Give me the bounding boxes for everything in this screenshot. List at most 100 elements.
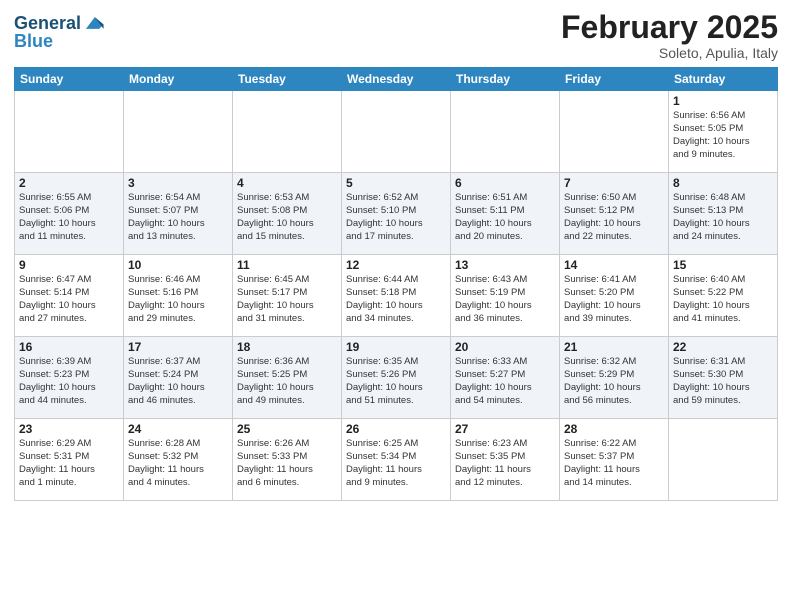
day-info: Sunrise: 6:55 AM Sunset: 5:06 PM Dayligh… [19,192,119,243]
day-number: 3 [128,176,228,190]
table-row: 26 Sunrise: 6:25 AM Sunset: 5:34 PM Dayli… [342,419,451,501]
calendar-week-row: 9Sunrise: 6:47 AM Sunset: 5:14 PM Daylig… [15,255,778,337]
table-row: 27Sunrise: 6:23 AM Sunset: 5:35 PM Dayli… [451,419,560,501]
header-thursday: Thursday [451,68,560,91]
day-info: Sunrise: 6:39 AM Sunset: 5:23 PM Dayligh… [19,356,119,407]
table-row [124,91,233,173]
table-row: 28 Sunrise: 6:22 AM Sunset: 5:37 PM Dayli… [560,419,669,501]
table-row: 2 Sunrise: 6:55 AM Sunset: 5:06 PM Daylig… [15,173,124,255]
calendar: Sunday Monday Tuesday Wednesday Thursday… [14,67,778,501]
day-number: 23 [19,422,119,436]
day-number: 16 [19,340,119,354]
calendar-week-row: 2 Sunrise: 6:55 AM Sunset: 5:06 PM Daylig… [15,173,778,255]
logo-text-blue: Blue [14,32,53,52]
header-friday: Friday [560,68,669,91]
day-info: Sunrise: 6:33 AM Sunset: 5:27 PM Dayligh… [455,356,555,407]
table-row: 20Sunrise: 6:33 AM Sunset: 5:27 PM Dayli… [451,337,560,419]
day-number: 13 [455,258,555,272]
table-row: 14Sunrise: 6:41 AM Sunset: 5:20 PM Dayli… [560,255,669,337]
day-number: 2 [19,176,119,190]
day-info: Sunrise: 6:40 AM Sunset: 5:22 PM Dayligh… [673,274,773,325]
day-number: 5 [346,176,446,190]
day-info: Sunrise: 6:32 AM Sunset: 5:29 PM Dayligh… [564,356,664,407]
day-number: 6 [455,176,555,190]
table-row: 4 Sunrise: 6:53 AM Sunset: 5:08 PM Daylig… [233,173,342,255]
header: General Blue February 2025 Soleto, Apuli… [14,10,778,61]
table-row: 22 Sunrise: 6:31 AM Sunset: 5:30 PM Dayli… [669,337,778,419]
day-info: Sunrise: 6:22 AM Sunset: 5:37 PM Dayligh… [564,438,664,489]
day-number: 17 [128,340,228,354]
day-info: Sunrise: 6:43 AM Sunset: 5:19 PM Dayligh… [455,274,555,325]
calendar-week-row: 1Sunrise: 6:56 AM Sunset: 5:05 PM Daylig… [15,91,778,173]
table-row: 5 Sunrise: 6:52 AM Sunset: 5:10 PM Daylig… [342,173,451,255]
day-info: Sunrise: 6:25 AM Sunset: 5:34 PM Dayligh… [346,438,446,489]
day-number: 25 [237,422,337,436]
day-info: Sunrise: 6:46 AM Sunset: 5:16 PM Dayligh… [128,274,228,325]
table-row: 7Sunrise: 6:50 AM Sunset: 5:12 PM Daylig… [560,173,669,255]
day-number: 10 [128,258,228,272]
day-info: Sunrise: 6:29 AM Sunset: 5:31 PM Dayligh… [19,438,119,489]
header-tuesday: Tuesday [233,68,342,91]
table-row: 17 Sunrise: 6:37 AM Sunset: 5:24 PM Dayli… [124,337,233,419]
table-row: 12 Sunrise: 6:44 AM Sunset: 5:18 PM Dayli… [342,255,451,337]
table-row: 15 Sunrise: 6:40 AM Sunset: 5:22 PM Dayli… [669,255,778,337]
header-monday: Monday [124,68,233,91]
day-number: 26 [346,422,446,436]
subtitle: Soleto, Apulia, Italy [561,45,778,61]
day-number: 7 [564,176,664,190]
table-row: 19Sunrise: 6:35 AM Sunset: 5:26 PM Dayli… [342,337,451,419]
day-number: 8 [673,176,773,190]
logo: General Blue [14,14,105,52]
day-number: 19 [346,340,446,354]
calendar-week-row: 16 Sunrise: 6:39 AM Sunset: 5:23 PM Dayli… [15,337,778,419]
table-row [451,91,560,173]
table-row: 1Sunrise: 6:56 AM Sunset: 5:05 PM Daylig… [669,91,778,173]
day-number: 22 [673,340,773,354]
page-container: General Blue February 2025 Soleto, Apuli… [0,0,792,507]
day-number: 4 [237,176,337,190]
day-info: Sunrise: 6:23 AM Sunset: 5:35 PM Dayligh… [455,438,555,489]
table-row: 3 Sunrise: 6:54 AM Sunset: 5:07 PM Daylig… [124,173,233,255]
table-row: 16 Sunrise: 6:39 AM Sunset: 5:23 PM Dayli… [15,337,124,419]
table-row [233,91,342,173]
day-info: Sunrise: 6:52 AM Sunset: 5:10 PM Dayligh… [346,192,446,243]
month-title: February 2025 [561,10,778,45]
day-info: Sunrise: 6:44 AM Sunset: 5:18 PM Dayligh… [346,274,446,325]
table-row [560,91,669,173]
day-info: Sunrise: 6:48 AM Sunset: 5:13 PM Dayligh… [673,192,773,243]
day-number: 28 [564,422,664,436]
calendar-header-row: Sunday Monday Tuesday Wednesday Thursday… [15,68,778,91]
day-info: Sunrise: 6:53 AM Sunset: 5:08 PM Dayligh… [237,192,337,243]
day-number: 15 [673,258,773,272]
table-row [342,91,451,173]
calendar-week-row: 23 Sunrise: 6:29 AM Sunset: 5:31 PM Dayli… [15,419,778,501]
table-row: 11 Sunrise: 6:45 AM Sunset: 5:17 PM Dayli… [233,255,342,337]
day-info: Sunrise: 6:26 AM Sunset: 5:33 PM Dayligh… [237,438,337,489]
day-number: 12 [346,258,446,272]
day-info: Sunrise: 6:31 AM Sunset: 5:30 PM Dayligh… [673,356,773,407]
table-row: 8 Sunrise: 6:48 AM Sunset: 5:13 PM Daylig… [669,173,778,255]
day-info: Sunrise: 6:28 AM Sunset: 5:32 PM Dayligh… [128,438,228,489]
day-info: Sunrise: 6:54 AM Sunset: 5:07 PM Dayligh… [128,192,228,243]
day-info: Sunrise: 6:51 AM Sunset: 5:11 PM Dayligh… [455,192,555,243]
day-number: 24 [128,422,228,436]
table-row [669,419,778,501]
day-number: 9 [19,258,119,272]
day-number: 21 [564,340,664,354]
header-saturday: Saturday [669,68,778,91]
table-row: 25 Sunrise: 6:26 AM Sunset: 5:33 PM Dayli… [233,419,342,501]
header-sunday: Sunday [15,68,124,91]
day-info: Sunrise: 6:36 AM Sunset: 5:25 PM Dayligh… [237,356,337,407]
day-info: Sunrise: 6:56 AM Sunset: 5:05 PM Dayligh… [673,110,773,161]
table-row: 10 Sunrise: 6:46 AM Sunset: 5:16 PM Dayli… [124,255,233,337]
day-number: 11 [237,258,337,272]
table-row: 9Sunrise: 6:47 AM Sunset: 5:14 PM Daylig… [15,255,124,337]
table-row: 24 Sunrise: 6:28 AM Sunset: 5:32 PM Dayli… [124,419,233,501]
day-info: Sunrise: 6:37 AM Sunset: 5:24 PM Dayligh… [128,356,228,407]
table-row: 23 Sunrise: 6:29 AM Sunset: 5:31 PM Dayli… [15,419,124,501]
logo-icon [83,12,105,34]
day-info: Sunrise: 6:45 AM Sunset: 5:17 PM Dayligh… [237,274,337,325]
header-wednesday: Wednesday [342,68,451,91]
table-row: 13 Sunrise: 6:43 AM Sunset: 5:19 PM Dayli… [451,255,560,337]
day-number: 14 [564,258,664,272]
